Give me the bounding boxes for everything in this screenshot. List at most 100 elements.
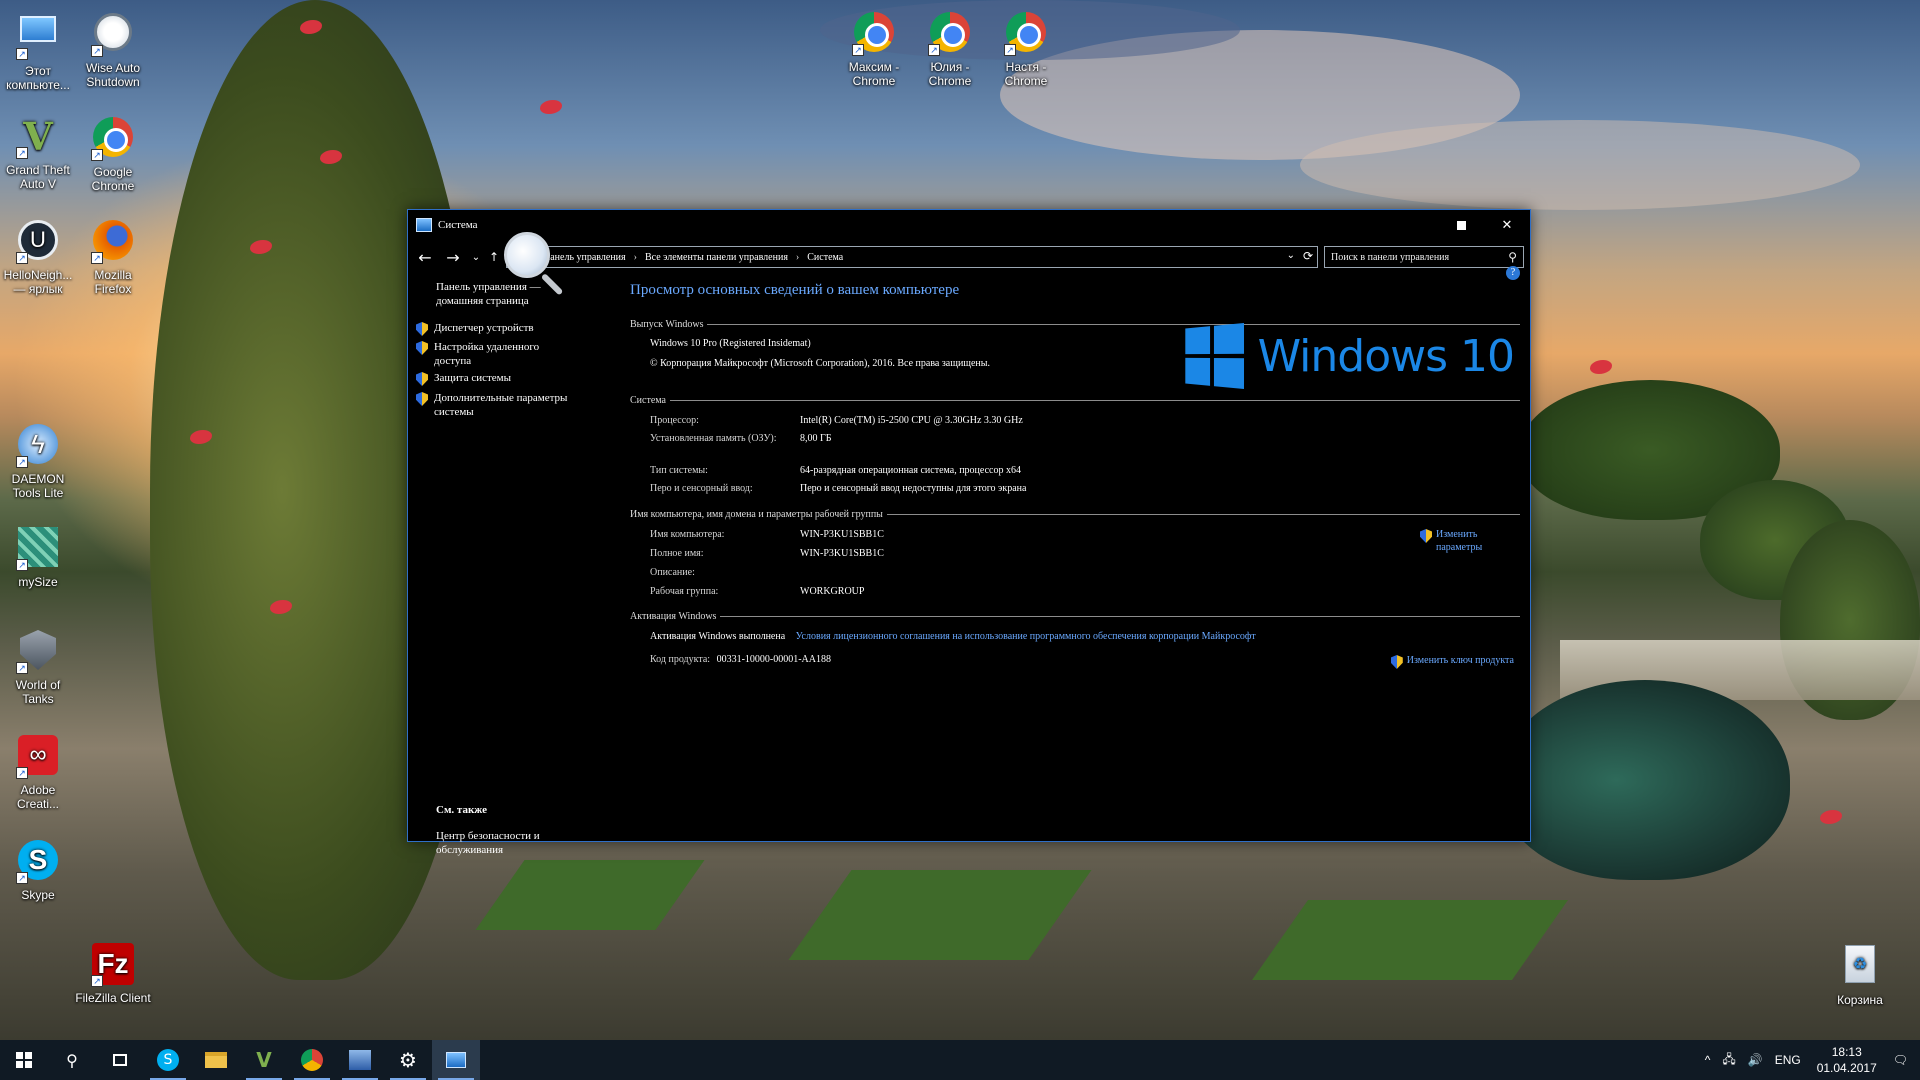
desktop-icon-label: Skype [21,888,55,902]
control-panel-home-link[interactable]: Панель управления — домашняя страница [436,280,566,308]
window-titlebar[interactable]: Система ✕ [408,210,1530,240]
address-dropdown-chevron-icon[interactable]: ⌄ [1287,250,1295,261]
desktop-icon-firefox[interactable]: ↗ Mozilla Firefox [75,218,151,296]
recent-locations-chevron-icon[interactable]: ⌄ [470,246,482,268]
remote-settings-link[interactable]: Настройка удаленного доступа [416,340,606,368]
system-tray: ^ 🖧 🔊 ENG 18:13 01.04.2017 🗨 [1699,1040,1920,1080]
desktop-icon-helloneighbor[interactable]: U ↗ HelloNeigh... — ярлык [0,218,76,296]
desktop-icon-recycle-bin[interactable]: ♻ Корзина [1822,942,1898,1007]
full-name-row: Полное имя: WIN-P3KU1SBB1C [650,547,884,560]
desktop-icon-chrome-maxim[interactable]: ↗ Максим - Chrome [836,10,912,88]
uac-shield-icon [416,392,428,406]
search-placeholder: Поиск в панели управления [1331,251,1450,263]
close-button[interactable]: ✕ [1484,210,1530,240]
page-title: Просмотр основных сведений о вашем компь… [630,282,960,298]
desktop-icon-filezilla[interactable]: Fz ↗ FileZilla Client [75,942,151,1005]
up-button[interactable]: ↑ [488,246,500,268]
breadcrumb-all-items[interactable]: Все элементы панели управления [645,252,788,263]
memory-row: Установленная память (ОЗУ): 8,00 ГБ [650,432,832,445]
taskbar: ⚲ S V ⚙ ^ 🖧 🔊 ENG 18:13 01.04.2017 🗨 [0,1040,1920,1080]
security-maintenance-link[interactable]: Центр безопасности и обслуживания [436,829,566,857]
forward-button[interactable]: → [442,246,464,268]
back-button[interactable]: ← [414,246,436,268]
row-label: Процессор: [650,415,699,426]
change-settings-link[interactable]: Изменить параметры [1420,528,1490,554]
notifications-icon[interactable]: 🗨 [1887,1053,1920,1067]
desktop-icon-this-pc[interactable]: ↗ Этот компьюте... [0,10,76,92]
desktop-icon-label: Mozilla Firefox [94,268,132,296]
desktop-icon-chrome-nastya[interactable]: ↗ Настя - Chrome [988,10,1064,88]
skype-icon: S ↗ [16,840,60,884]
license-terms-link[interactable]: Условия лицензионного соглашения на испо… [796,631,1256,642]
desktop-icon-chrome[interactable]: ↗ Google Chrome [75,115,151,193]
desktop-icon-adobe[interactable]: ∞ ↗ Adobe Creati... [0,733,76,811]
row-label: Перо и сенсорный ввод: [650,483,753,494]
filezilla-icon: Fz ↗ [91,943,135,987]
this-pc-icon: ↗ [16,16,60,60]
desktop-icon-daemon[interactable]: ϟ ↗ DAEMON Tools Lite [0,422,76,500]
device-manager-link[interactable]: Диспетчер устройств [416,321,606,336]
breadcrumb-separator-icon: › [633,251,637,263]
edition-name: Windows 10 Pro (Registered Insidemat) [650,338,811,349]
taskbar-settings[interactable]: ⚙ [384,1040,432,1080]
refresh-icon[interactable]: ⟳ [1303,249,1313,264]
desktop-icon-mysize[interactable]: ↗ mySize [0,525,76,589]
desktop-icon-label: Этот компьюте... [6,64,70,92]
language-indicator[interactable]: ENG [1769,1053,1807,1067]
desktop-icon-skype[interactable]: S ↗ Skype [0,838,76,902]
taskbar-skype[interactable]: S [144,1040,192,1080]
skype-icon: S [157,1049,179,1071]
uac-shield-icon [1420,529,1432,543]
breadcrumb-control-panel[interactable]: Панель управления [543,252,626,263]
taskbar-system-window[interactable] [432,1040,480,1080]
advanced-settings-link[interactable]: Дополнительные параметры системы [416,391,606,419]
desktop-icon-label: DAEMON Tools Lite [11,472,65,500]
help-icon[interactable]: ? [1506,266,1520,280]
search-input[interactable]: Поиск в панели управления ⚲ [1324,246,1524,268]
desktop-icon-label: Максим - Chrome [848,60,900,88]
desktop-icon-wise-auto-shutdown[interactable]: ↗ Wise Auto Shutdown [75,10,151,89]
breadcrumb-system[interactable]: Система [807,252,843,263]
activation-status: Активация Windows выполнена Условия лице… [650,631,1256,642]
unreal-icon: U ↗ [16,220,60,264]
system-protection-link[interactable]: Защита системы [416,371,606,386]
search-icon: ⚲ [66,1050,78,1070]
section-title: Выпуск Windows [630,318,704,330]
windows-10-logo: Windows 10 [1182,323,1515,389]
gta-v-icon: V ↗ [16,115,60,159]
taskbar-app[interactable] [336,1040,384,1080]
taskbar-gta[interactable]: V [240,1040,288,1080]
taskbar-chrome[interactable] [288,1040,336,1080]
section-title: Активация Windows [630,610,717,622]
desktop-icon-chrome-yulia[interactable]: ↗ Юлия - Chrome [912,10,988,88]
desktop-icon-wot[interactable]: ↗ World of Tanks [0,628,76,706]
desktop-icon-label: Google Chrome [91,165,135,193]
network-icon[interactable]: 🖧 [1716,1050,1741,1071]
start-button[interactable] [0,1040,48,1080]
windows-logo-icon [1184,323,1244,389]
peacock [1500,680,1790,880]
maximize-button[interactable] [1438,210,1484,240]
system-window: Система ✕ ← → ⌄ ↑ Панель управления › Вс… [407,209,1531,856]
gta-v-icon: V [256,1048,272,1072]
copyright-text: © Корпорация Майкрософт (Microsoft Corpo… [650,358,990,369]
row-value: WORKGROUP [800,586,865,597]
section-title: Система [630,394,666,406]
clock[interactable]: 18:13 01.04.2017 [1807,1044,1887,1076]
desktop-icon-gta[interactable]: V ↗ Grand Theft Auto V [0,115,76,192]
product-id-value: 00331-10000-00001-AA188 [716,654,831,665]
system-app-icon [446,1052,466,1068]
lawn-tile [475,860,705,930]
change-product-key-link[interactable]: Изменить ключ продукта [1390,654,1514,669]
gear-icon: ⚙ [399,1048,417,1072]
task-view-button[interactable] [96,1040,144,1080]
show-hidden-icons-chevron-icon[interactable]: ^ [1699,1053,1717,1067]
search-taskbar-button[interactable]: ⚲ [48,1040,96,1080]
desktop-icon-label: FileZilla Client [75,991,151,1005]
search-icon: ⚲ [1508,250,1517,264]
volume-icon[interactable]: 🔊 [1742,1053,1769,1067]
address-bar[interactable]: Панель управления › Все элементы панели … [506,246,1318,268]
taskbar-file-explorer[interactable] [192,1040,240,1080]
chrome-profile-icon: ↗ [928,12,972,56]
section-computer-name: Имя компьютера, имя домена и параметры р… [630,508,1520,520]
